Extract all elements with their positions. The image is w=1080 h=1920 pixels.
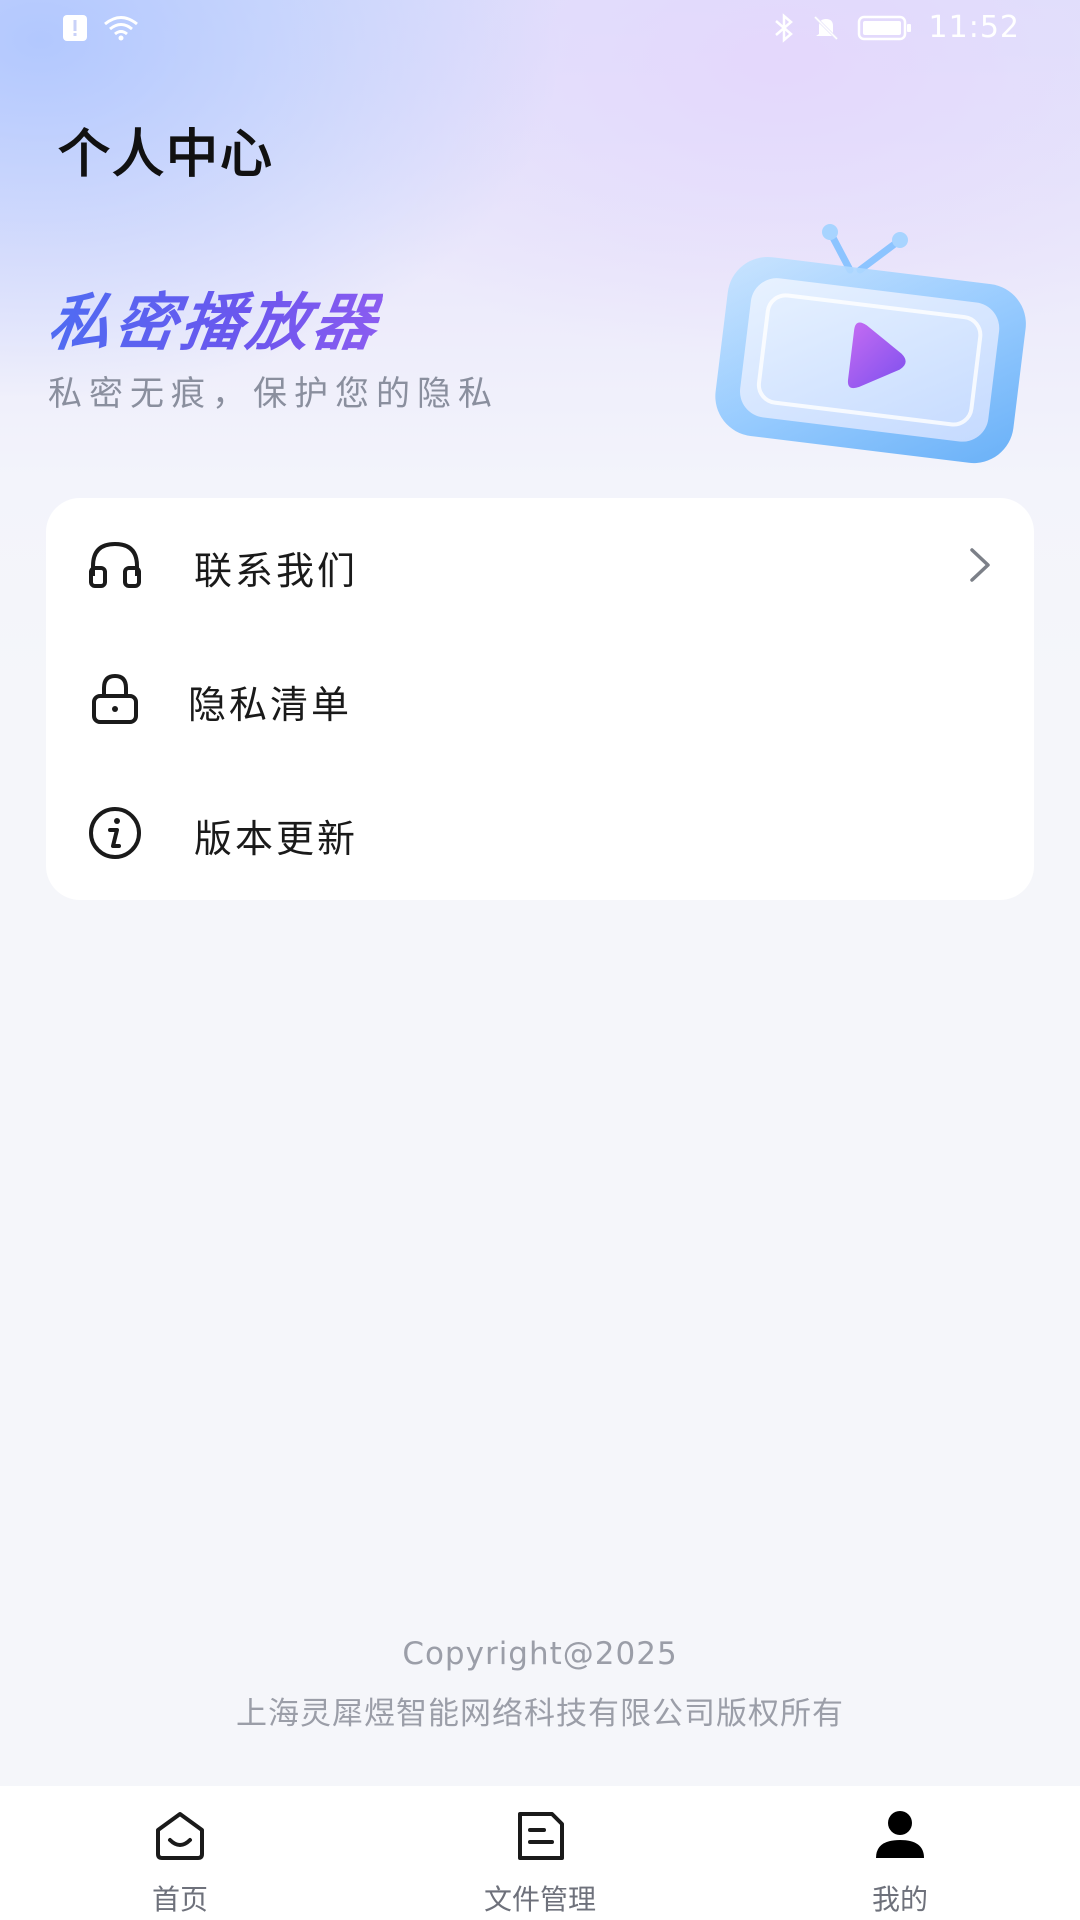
tab-label: 文件管理 <box>483 1883 596 1916</box>
status-bar: 11:52 <box>0 0 1080 56</box>
tab-label: 首页 <box>151 1883 208 1916</box>
info-icon <box>89 807 141 859</box>
tab-file-management[interactable]: 文件管理 <box>440 1786 640 1920</box>
status-time: 11:52 <box>928 10 1020 45</box>
bottom-navigation: 首页 文件管理 我的 <box>0 1786 1080 1920</box>
tab-home[interactable]: 首页 <box>80 1786 280 1920</box>
headset-icon <box>89 541 141 588</box>
page-title: 个人中心 <box>58 125 275 185</box>
mute-bell-icon <box>813 15 838 40</box>
menu-item-version-update[interactable]: 版本更新 <box>46 766 1034 900</box>
brand-name: 私密播放器 <box>44 272 387 362</box>
notification-alert-icon <box>63 15 87 41</box>
tab-label: 我的 <box>871 1883 928 1916</box>
battery-icon <box>857 15 911 40</box>
file-icon <box>518 1812 564 1860</box>
lock-icon <box>92 673 138 724</box>
profile-icon <box>876 1811 924 1858</box>
menu-item-label: 隐私清单 <box>188 683 353 727</box>
menu-item-label: 联系我们 <box>194 549 359 593</box>
tab-mine[interactable]: 我的 <box>800 1786 1000 1920</box>
company-text: 上海灵犀煜智能网络科技有限公司版权所有 <box>236 1696 844 1732</box>
menu-item-contact-us[interactable]: 联系我们 <box>46 498 1034 632</box>
bluetooth-icon <box>774 12 793 43</box>
chevron-right-icon <box>970 548 990 582</box>
menu-item-label: 版本更新 <box>194 817 359 861</box>
brand-slogan: 私密无痕，保护您的隐私 <box>48 374 499 414</box>
copyright-text: Copyright@2025 <box>402 1636 678 1672</box>
settings-menu-card: 联系我们 隐私清单 版本更新 <box>46 498 1034 900</box>
menu-item-privacy-list[interactable]: 隐私清单 <box>46 632 1034 766</box>
wifi-icon <box>104 16 138 41</box>
home-icon <box>156 1812 204 1860</box>
tv-play-illustration <box>715 224 1026 464</box>
